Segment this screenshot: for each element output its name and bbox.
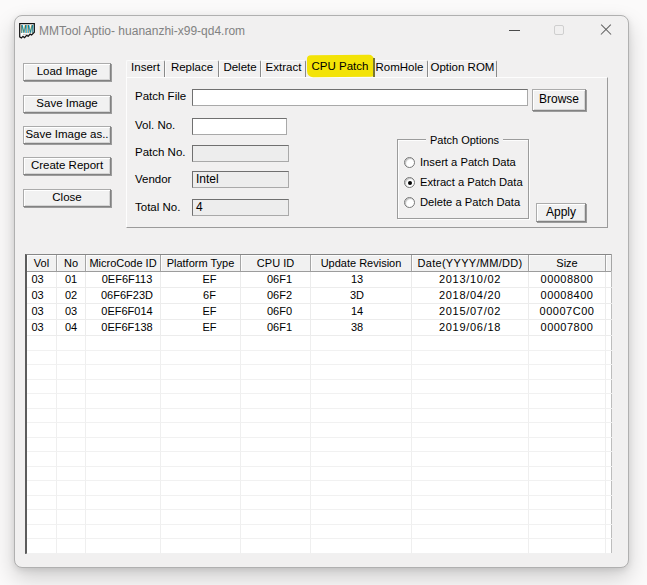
svg-text:MM: MM bbox=[20, 24, 33, 35]
